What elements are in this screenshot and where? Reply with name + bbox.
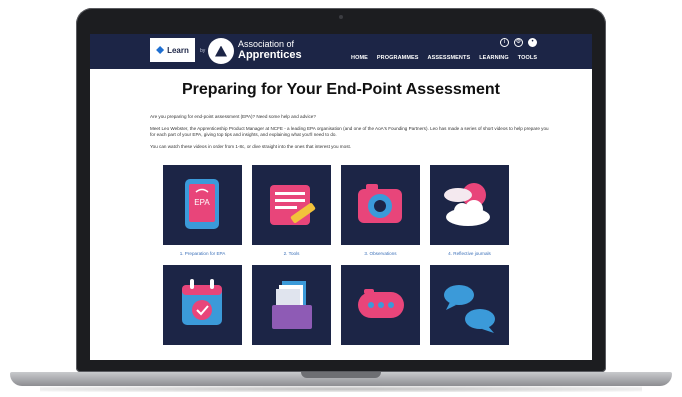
page-title: Preparing for Your End-Point Assessment — [182, 81, 500, 98]
laptop-screen: Learn by Association of Apprentices i ⚙ … — [90, 34, 592, 360]
aoa-logo-mark — [215, 45, 227, 57]
org-name[interactable]: Association of Apprentices — [238, 40, 302, 61]
learn-logo[interactable]: Learn — [150, 38, 195, 62]
instructions-text: You can watch these videos in order from… — [150, 144, 352, 149]
laptop-base — [10, 372, 672, 386]
tile-preparation-for-epa[interactable]: EPA — [163, 165, 242, 245]
settings-icon[interactable]: ⚙ — [514, 38, 523, 47]
tile-caption-preparation[interactable]: 1. Preparation for EPA — [163, 251, 242, 256]
tile-calendar[interactable] — [163, 265, 242, 345]
tile-caption-tools[interactable]: 2. Tools — [252, 251, 331, 256]
intro-text: Are you preparing for end-point assessme… — [150, 114, 316, 119]
cloud-sun-icon — [444, 183, 490, 226]
tile-documents[interactable] — [252, 265, 331, 345]
laptop-shadow — [40, 386, 642, 392]
account-icon[interactable]: • — [528, 38, 537, 47]
tile-caption-reflective-journals[interactable]: 4. Reflective journals — [430, 251, 509, 256]
nav-home[interactable]: HOME — [351, 55, 368, 61]
camera-icon — [358, 184, 402, 223]
learn-logo-label: Learn — [167, 45, 189, 55]
learn-logo-icon — [156, 46, 165, 54]
org-name-line2: Apprentices — [238, 49, 302, 61]
info-icon[interactable]: i — [500, 38, 509, 47]
tile-reflective-journals[interactable] — [430, 165, 509, 245]
notebook-pencil-icon — [270, 185, 316, 225]
camera — [339, 15, 343, 19]
tile-caption-observations[interactable]: 3. Observations — [341, 251, 420, 256]
aoa-logo-icon[interactable] — [208, 38, 234, 64]
main-nav: HOME PROGRAMMES ASSESSMENTS LEARNING TOO… — [351, 55, 537, 61]
about-text: Meet Leo Webster, the Apprenticeship Pro… — [150, 126, 549, 137]
calendar-check-icon — [182, 279, 222, 325]
nav-assessments[interactable]: ASSESSMENTS — [428, 55, 471, 61]
nav-tools[interactable]: TOOLS — [518, 55, 537, 61]
by-label: by — [200, 48, 206, 54]
tile-tools[interactable] — [252, 165, 331, 245]
epa-badge: EPA — [194, 198, 210, 207]
nav-learning[interactable]: LEARNING — [479, 55, 509, 61]
nav-programmes[interactable]: PROGRAMMES — [377, 55, 419, 61]
org-name-line1: Association of — [238, 39, 295, 49]
laptop-notch — [301, 372, 381, 378]
conversation-icon — [444, 285, 495, 333]
epa-tablet-icon: EPA — [185, 179, 219, 229]
tile-conversation[interactable] — [430, 265, 509, 345]
tile-observations[interactable] — [341, 165, 420, 245]
header-icons: i ⚙ • — [500, 38, 537, 47]
tile-chat[interactable] — [341, 265, 420, 345]
folder-documents-icon — [272, 281, 312, 329]
laptop-lid: Learn by Association of Apprentices i ⚙ … — [76, 8, 606, 372]
site-header: Learn by Association of Apprentices i ⚙ … — [90, 34, 592, 69]
chat-bubble-icon — [358, 289, 404, 318]
